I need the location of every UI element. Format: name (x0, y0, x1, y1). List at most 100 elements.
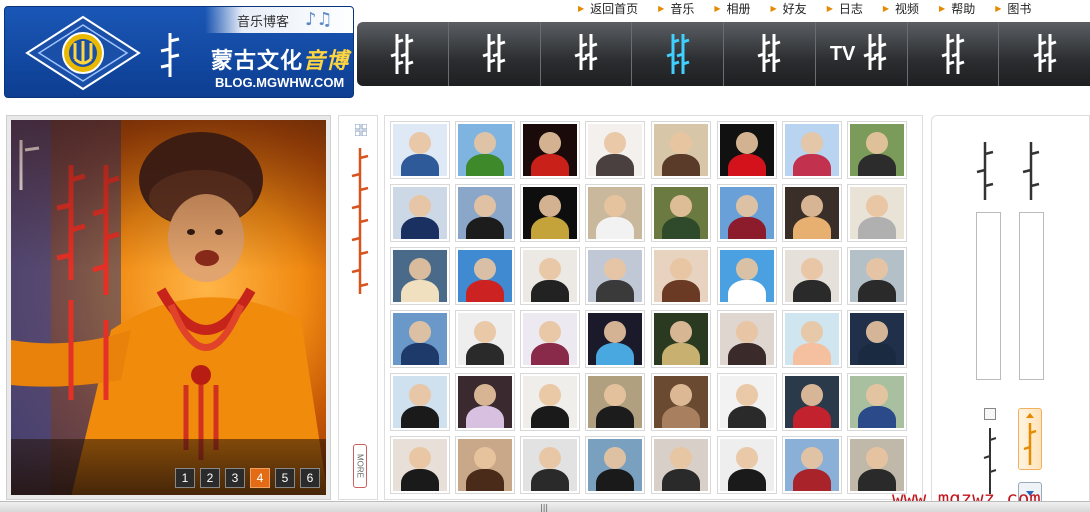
member-avatar-19[interactable] (520, 247, 580, 305)
member-avatar-39[interactable] (782, 373, 842, 431)
member-avatar-40[interactable] (847, 373, 907, 431)
main-nav-tab-3[interactable] (632, 22, 724, 86)
scrollbar-grip[interactable]: ||| (540, 503, 548, 512)
feature-photo[interactable]: 123456 (11, 120, 326, 495)
main-nav-tab-1[interactable] (449, 22, 541, 86)
horizontal-scrollbar[interactable]: ||| (0, 501, 1090, 512)
mongolian-script-icon (160, 33, 180, 77)
member-avatar-18[interactable] (455, 247, 515, 305)
top-link-5[interactable]: ▶ 视频 (883, 0, 919, 16)
member-avatar-6[interactable] (717, 121, 777, 179)
avatar-body (531, 343, 569, 365)
avatar-body (662, 469, 700, 491)
mongolian-tab-label-icon (1033, 34, 1057, 72)
pager-page-5[interactable]: 5 (275, 468, 295, 488)
top-link-3[interactable]: ▶ 好友 (771, 0, 807, 16)
member-avatar-9[interactable] (390, 184, 450, 242)
member-avatar-7[interactable] (782, 121, 842, 179)
member-avatar-30[interactable] (717, 310, 777, 368)
member-avatar-25[interactable] (390, 310, 450, 368)
member-avatar-22[interactable] (717, 247, 777, 305)
member-avatar-24[interactable] (847, 247, 907, 305)
more-button[interactable]: MORE (353, 444, 367, 488)
remember-checkbox[interactable] (984, 408, 996, 420)
top-link-4[interactable]: ▶ 日志 (827, 0, 863, 16)
member-avatar-16[interactable] (847, 184, 907, 242)
pager-page-3[interactable]: 3 (225, 468, 245, 488)
avatar-body (728, 280, 766, 302)
member-avatar-2[interactable] (455, 121, 515, 179)
main-nav-tab-7[interactable] (999, 22, 1090, 86)
pager-page-2[interactable]: 2 (200, 468, 220, 488)
avatar-photo (654, 124, 708, 176)
member-avatar-48[interactable] (847, 436, 907, 494)
member-avatar-42[interactable] (455, 436, 515, 494)
top-link-6[interactable]: ▶ 帮助 (939, 0, 975, 16)
feature-slideshow[interactable]: 123456 (6, 115, 331, 500)
top-link-0[interactable]: ▶ 返回首页 (578, 0, 638, 16)
top-link-7[interactable]: ▶ 图书 (995, 0, 1031, 16)
avatar-photo (654, 439, 708, 491)
search-field-1[interactable] (976, 212, 1001, 380)
member-avatar-28[interactable] (585, 310, 645, 368)
member-avatar-8[interactable] (847, 121, 907, 179)
member-avatar-21[interactable] (651, 247, 711, 305)
member-avatar-10[interactable] (455, 184, 515, 242)
main-nav-tab-5[interactable]: TV (816, 22, 908, 86)
member-avatar-41[interactable] (390, 436, 450, 494)
member-avatar-47[interactable] (782, 436, 842, 494)
member-avatar-4[interactable] (585, 121, 645, 179)
main-nav-tab-0[interactable] (357, 22, 449, 86)
member-avatar-26[interactable] (455, 310, 515, 368)
member-avatar-31[interactable] (782, 310, 842, 368)
member-avatar-5[interactable] (651, 121, 711, 179)
member-avatar-33[interactable] (390, 373, 450, 431)
avatar-head (736, 194, 758, 217)
search-field-2[interactable] (1019, 212, 1044, 380)
member-avatar-35[interactable] (520, 373, 580, 431)
avatar-body (401, 469, 439, 491)
member-avatar-3[interactable] (520, 121, 580, 179)
member-avatar-27[interactable] (520, 310, 580, 368)
avatar-body (596, 217, 634, 239)
avatar-body (858, 154, 896, 176)
member-avatar-13[interactable] (651, 184, 711, 242)
avatar-head (736, 320, 758, 343)
member-avatar-32[interactable] (847, 310, 907, 368)
member-avatar-38[interactable] (717, 373, 777, 431)
search-button[interactable] (1018, 408, 1042, 470)
member-avatar-44[interactable] (585, 436, 645, 494)
main-nav-tab-4[interactable] (724, 22, 816, 86)
avatar-photo (785, 439, 839, 491)
member-avatar-36[interactable] (585, 373, 645, 431)
member-avatar-29[interactable] (651, 310, 711, 368)
avatar-body (728, 469, 766, 491)
avatar-head (409, 257, 431, 280)
member-avatar-12[interactable] (585, 184, 645, 242)
member-avatar-43[interactable] (520, 436, 580, 494)
member-avatar-37[interactable] (651, 373, 711, 431)
pager-page-1[interactable]: 1 (175, 468, 195, 488)
pager-page-4[interactable]: 4 (250, 468, 270, 488)
grid-view-icon[interactable] (355, 124, 367, 136)
member-avatar-11[interactable] (520, 184, 580, 242)
member-avatar-34[interactable] (455, 373, 515, 431)
member-avatar-14[interactable] (717, 184, 777, 242)
avatar-body (466, 406, 504, 428)
main-nav-tab-2[interactable] (541, 22, 633, 86)
member-avatar-20[interactable] (585, 247, 645, 305)
avatar-head (866, 383, 888, 406)
member-avatar-23[interactable] (782, 247, 842, 305)
member-avatar-17[interactable] (390, 247, 450, 305)
arrow-right-icon: ▶ (714, 3, 721, 13)
top-link-2[interactable]: ▶ 相册 (714, 0, 750, 16)
avatar-head (474, 383, 496, 406)
member-avatar-45[interactable] (651, 436, 711, 494)
pager-page-6[interactable]: 6 (300, 468, 320, 488)
main-nav-tab-6[interactable] (908, 22, 1000, 86)
member-avatar-15[interactable] (782, 184, 842, 242)
member-avatar-46[interactable] (717, 436, 777, 494)
top-link-1[interactable]: ▶ 音乐 (658, 0, 694, 16)
site-logo[interactable]: 音乐博客 ♪♫ 蒙古文化音博 BLOG.MGWHW.COM (4, 6, 354, 98)
member-avatar-1[interactable] (390, 121, 450, 179)
